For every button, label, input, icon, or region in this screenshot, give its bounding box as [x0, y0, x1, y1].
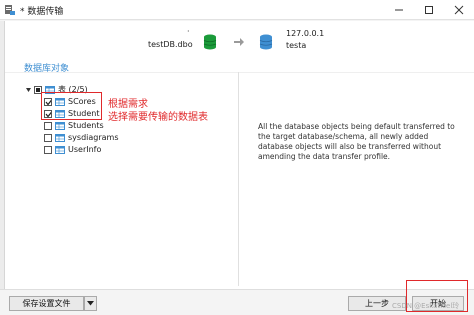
source-dot: ·	[187, 27, 190, 36]
window-title: * 数据传输	[20, 7, 64, 17]
tree-item[interactable]: sysdiagrams	[44, 132, 119, 143]
title-bar: * 数据传输	[0, 0, 474, 20]
save-profile-dropdown[interactable]	[84, 296, 97, 311]
target-host: 127.0.0.1	[286, 29, 325, 38]
tree-item-label: UserInfo	[68, 145, 102, 154]
table-icon	[55, 145, 65, 154]
item-checkbox[interactable]	[44, 145, 52, 154]
tree-item[interactable]: UserInfo	[44, 144, 101, 155]
table-icon	[55, 133, 65, 142]
table-icon	[55, 121, 65, 130]
description-text: All the database objects being default t…	[258, 122, 455, 161]
save-profile-button[interactable]: 保存设置文件	[9, 296, 84, 311]
minimize-icon[interactable]	[384, 0, 414, 20]
source-name: testDB.dbo	[148, 40, 193, 49]
target-database-icon	[259, 34, 273, 52]
annotation-line-2: 选择需要传输的数据表	[108, 112, 208, 123]
chevron-down-icon	[87, 301, 94, 306]
item-checkbox[interactable]	[44, 133, 52, 142]
source-database-icon	[203, 34, 217, 52]
arrow-right-icon	[234, 38, 244, 46]
item-checkbox[interactable]	[44, 121, 52, 130]
tree-item[interactable]: Students	[44, 120, 104, 131]
tree-item-label: sysdiagrams	[68, 133, 119, 142]
divider	[5, 72, 474, 73]
app-icon	[4, 4, 16, 16]
tree-item-label: Students	[68, 121, 104, 130]
close-icon[interactable]	[444, 0, 474, 20]
maximize-icon[interactable]	[414, 0, 444, 20]
target-database: testa	[286, 41, 307, 50]
panel-divider	[238, 72, 239, 286]
watermark: CSDN @Eskaticel玲	[392, 302, 460, 310]
collapse-icon[interactable]	[24, 86, 32, 94]
selection-highlight-box	[41, 92, 102, 120]
